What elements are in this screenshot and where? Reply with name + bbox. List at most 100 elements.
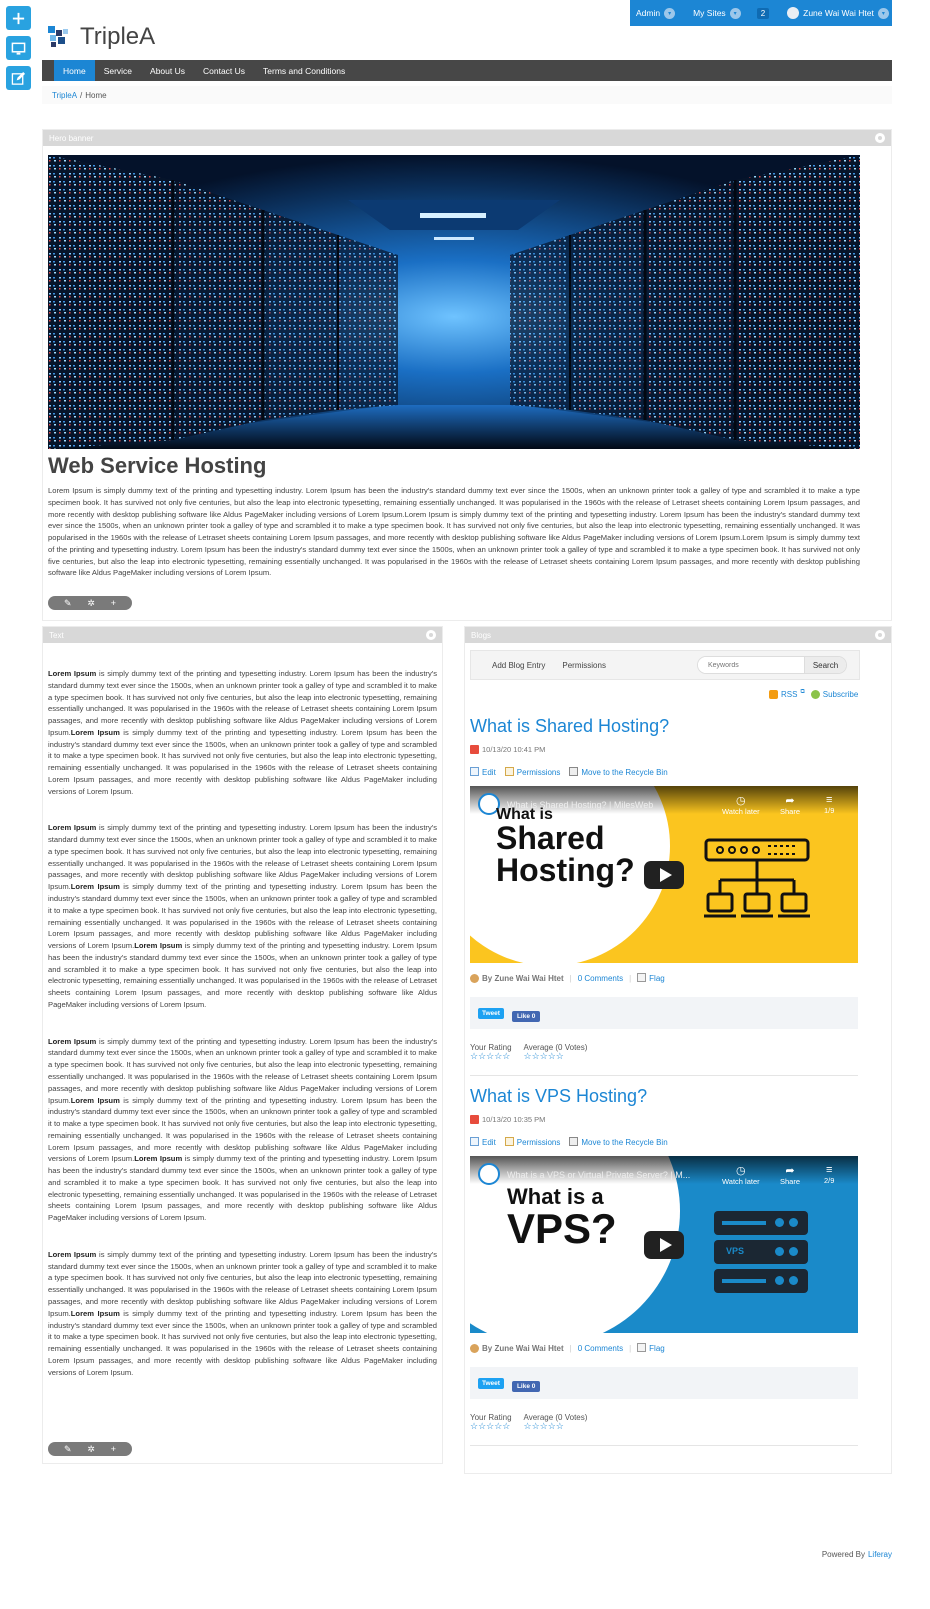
chevron-down-icon: ▾ xyxy=(729,7,741,19)
edit-action[interactable]: Edit xyxy=(470,767,496,777)
gear-icon[interactable] xyxy=(875,630,885,640)
rss-icon xyxy=(769,690,778,699)
clock-icon: ◷ xyxy=(736,795,746,807)
permissions-action[interactable]: Permissions xyxy=(504,1137,560,1147)
like-button[interactable]: Like 0 xyxy=(511,1380,541,1392)
blog-entry-actions: Edit Permissions Move to the Recycle Bin xyxy=(470,1137,668,1147)
trash-icon xyxy=(569,1137,579,1146)
text-paragraph: Lorem Ipsum is simply dummy text of the … xyxy=(48,823,437,1009)
your-rating-stars[interactable]: ☆☆☆☆☆ xyxy=(470,1422,512,1431)
rss-link[interactable]: RSS xyxy=(781,690,797,699)
server-stack-icon: VPS xyxy=(714,1211,808,1293)
gear-icon[interactable]: ✲ xyxy=(87,1444,95,1455)
breadcrumb: TripleA / Home xyxy=(42,86,892,104)
nav-item-home[interactable]: Home xyxy=(54,60,95,81)
edit-icon[interactable]: ✎ xyxy=(64,1444,72,1455)
youtube-video-vps-hosting[interactable]: What is a VPS or Virtual Private Server?… xyxy=(470,1156,858,1333)
playlist-icon: ≡ xyxy=(826,1164,833,1176)
edit-icon xyxy=(470,1137,479,1146)
preview-button[interactable] xyxy=(6,36,31,60)
blog-author: By Zune Wai Wai Htet xyxy=(482,973,564,983)
permissions-icon xyxy=(504,767,514,776)
plus-icon[interactable]: + xyxy=(111,598,116,608)
nav-item-contact-us[interactable]: Contact Us xyxy=(194,60,254,81)
add-button[interactable] xyxy=(6,6,31,30)
site-name[interactable]: TripleA xyxy=(80,23,155,51)
clock-icon: ◷ xyxy=(736,1165,746,1177)
playlist-button[interactable]: ≡ 1/9 xyxy=(824,794,834,815)
search-input[interactable] xyxy=(698,657,804,673)
my-sites-label: My Sites xyxy=(693,8,726,18)
text-paragraph: Lorem Ipsum is simply dummy text of the … xyxy=(48,1036,437,1223)
play-icon[interactable] xyxy=(644,861,684,889)
share-button[interactable]: ➦ Share xyxy=(780,1164,800,1186)
recycle-bin-action[interactable]: Move to the Recycle Bin xyxy=(569,767,668,777)
blog-rating: Your Rating ☆☆☆☆☆ Average (0 Votes) ☆☆☆☆… xyxy=(470,1413,587,1431)
breadcrumb-current: Home xyxy=(85,90,107,100)
footer: Powered By Liferay xyxy=(822,1550,892,1559)
user-menu[interactable]: Zune Wai Wai Htet ▾ xyxy=(781,7,895,19)
video-title: What is a VPS or Virtual Private Server?… xyxy=(507,1170,691,1180)
gear-icon[interactable] xyxy=(426,630,436,640)
user-icon xyxy=(470,1343,479,1353)
breadcrumb-separator: / xyxy=(80,90,83,100)
text-portlet: Text Lorem Ipsum is simply dummy text of… xyxy=(42,626,443,1464)
play-icon[interactable] xyxy=(644,1231,684,1259)
plus-icon[interactable]: + xyxy=(111,1444,116,1454)
your-rating-stars[interactable]: ☆☆☆☆☆ xyxy=(470,1052,512,1061)
blog-entry-title[interactable]: What is VPS Hosting? xyxy=(470,1086,647,1107)
blog-feeds: RSS ⧉ Subscribe xyxy=(769,689,859,699)
share-button[interactable]: ➦ Share xyxy=(780,794,800,816)
liferay-link[interactable]: Liferay xyxy=(868,1550,892,1559)
tweet-button[interactable]: Tweet xyxy=(478,1377,504,1389)
blog-entry-actions: Edit Permissions Move to the Recycle Bin xyxy=(470,767,668,777)
subscribe-link[interactable]: Subscribe xyxy=(823,690,859,699)
playlist-button[interactable]: ≡ 2/9 xyxy=(824,1164,834,1185)
edit-icon[interactable]: ✎ xyxy=(64,598,72,609)
watch-later-button[interactable]: ◷ Watch later xyxy=(722,794,760,816)
permissions-icon xyxy=(504,1137,514,1146)
comments-link[interactable]: 0 Comments xyxy=(578,974,623,983)
gear-icon[interactable]: ✲ xyxy=(87,598,95,609)
video-headline: VPS? xyxy=(507,1205,617,1252)
blog-entry-title[interactable]: What is Shared Hosting? xyxy=(470,716,669,737)
calendar-icon xyxy=(470,1115,479,1124)
site-logo[interactable] xyxy=(48,26,70,48)
admin-menu[interactable]: Admin ▾ xyxy=(630,7,681,19)
flag-link[interactable]: Flag xyxy=(637,1343,665,1353)
text-paragraph: Lorem Ipsum is simply dummy text of the … xyxy=(48,1249,437,1377)
blog-entry-meta: By Zune Wai Wai Htet | 0 Comments | Flag xyxy=(470,973,665,983)
recycle-bin-action[interactable]: Move to the Recycle Bin xyxy=(569,1137,668,1147)
edit-icon xyxy=(11,71,26,85)
video-headline: Hosting? xyxy=(496,852,635,888)
average-rating-stars: ☆☆☆☆☆ xyxy=(523,1421,564,1431)
add-blog-entry-button[interactable]: Add Blog Entry xyxy=(492,661,545,670)
permissions-button[interactable]: Permissions xyxy=(562,661,606,670)
watch-later-button[interactable]: ◷ Watch later xyxy=(722,1164,760,1186)
portlet-title: Text xyxy=(49,630,64,640)
entry-divider xyxy=(470,1075,858,1076)
nav-item-service[interactable]: Service xyxy=(95,60,141,81)
chevron-down-icon: ▾ xyxy=(877,7,889,19)
playlist-icon: ≡ xyxy=(826,794,833,806)
breadcrumb-root[interactable]: TripleA xyxy=(52,91,77,100)
text-portlet-header: Text xyxy=(43,627,442,643)
entry-divider xyxy=(470,1445,858,1446)
edit-button[interactable] xyxy=(6,66,31,90)
flag-link[interactable]: Flag xyxy=(637,973,665,983)
comments-link[interactable]: 0 Comments xyxy=(578,1344,623,1353)
nav-item-terms[interactable]: Terms and Conditions xyxy=(254,60,354,81)
notifications-button[interactable]: 2 xyxy=(751,7,775,19)
share-icon: ➦ xyxy=(785,795,795,807)
gear-icon[interactable] xyxy=(875,133,885,143)
like-button[interactable]: Like 0 xyxy=(511,1010,541,1022)
tweet-button[interactable]: Tweet xyxy=(478,1007,504,1019)
nav-item-about-us[interactable]: About Us xyxy=(141,60,194,81)
my-sites-menu[interactable]: My Sites ▾ xyxy=(687,7,747,19)
youtube-video-shared-hosting[interactable]: What is Shared Hosting? | MilesWeb What … xyxy=(470,786,858,963)
hero-portlet-controls: ✎ ✲ + xyxy=(48,596,132,610)
flag-icon xyxy=(637,973,647,982)
edit-action[interactable]: Edit xyxy=(470,1137,496,1147)
permissions-action[interactable]: Permissions xyxy=(504,767,560,777)
search-button[interactable]: Search xyxy=(804,657,846,673)
